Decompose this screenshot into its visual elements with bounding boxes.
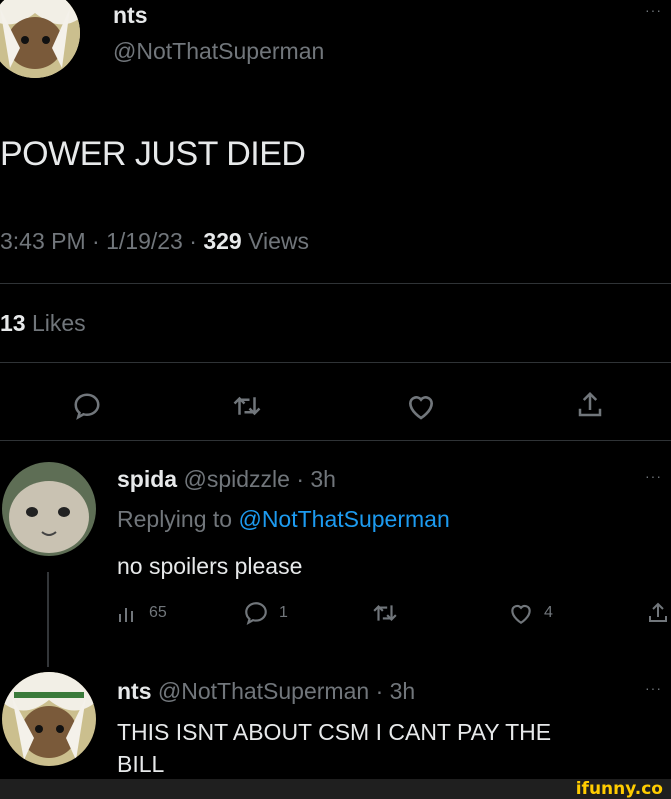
like-stat[interactable]: 4 bbox=[508, 600, 553, 626]
separator: · bbox=[189, 228, 197, 254]
views-stat[interactable]: 65 bbox=[117, 602, 167, 624]
separator: · bbox=[92, 228, 100, 254]
more-icon[interactable]: ··· bbox=[645, 468, 662, 484]
views-icon bbox=[117, 602, 139, 624]
retweet-icon[interactable] bbox=[372, 600, 398, 626]
reply-author-name[interactable]: spida bbox=[117, 466, 177, 492]
avatar-spida[interactable] bbox=[2, 462, 96, 556]
reply2-text-line2: BILL bbox=[117, 751, 165, 777]
tweet-text: POWER JUST DIED bbox=[0, 135, 306, 173]
more-icon[interactable]: ··· bbox=[645, 680, 662, 696]
reply-icon[interactable] bbox=[72, 391, 102, 421]
tweet-meta: 3:43 PM · 1/19/23 · 329 Views bbox=[0, 228, 309, 255]
watermark: ifunny.co bbox=[575, 779, 663, 799]
likes-count: 13 bbox=[0, 310, 26, 336]
thread-line bbox=[47, 572, 49, 667]
reply2-header: nts @NotThatSuperman · 3h bbox=[117, 678, 415, 705]
like-icon bbox=[508, 600, 534, 626]
replying-to-label: Replying to bbox=[117, 506, 233, 532]
views-count: 65 bbox=[149, 604, 167, 621]
like-count: 4 bbox=[544, 604, 553, 621]
reply-header: spida @spidzzle · 3h bbox=[117, 466, 336, 493]
reply2-author-name[interactable]: nts bbox=[117, 678, 152, 704]
like-icon[interactable] bbox=[405, 391, 437, 421]
tweet-date: 1/19/23 bbox=[106, 228, 183, 254]
divider bbox=[0, 362, 671, 363]
views-count: 329 bbox=[203, 228, 242, 254]
avatar-nts[interactable] bbox=[0, 0, 80, 78]
tweet-time: 3:43 PM bbox=[0, 228, 86, 254]
divider bbox=[0, 283, 671, 284]
views-label: Views bbox=[248, 228, 310, 254]
retweet-icon[interactable] bbox=[232, 391, 262, 421]
avatar-nts-reply[interactable] bbox=[2, 672, 96, 766]
author-handle[interactable]: @NotThatSuperman bbox=[113, 38, 324, 65]
likes-stat[interactable]: 13 Likes bbox=[0, 310, 86, 337]
reply-age: · 3h bbox=[296, 466, 336, 492]
reply2-text-line1: THIS ISNT ABOUT CSM I CANT PAY THE bbox=[117, 719, 552, 745]
reply2-text: THIS ISNT ABOUT CSM I CANT PAY THE BILL bbox=[117, 716, 551, 780]
avatar-illustration bbox=[0, 0, 80, 78]
more-icon[interactable]: ··· bbox=[645, 2, 662, 18]
avatar-illustration bbox=[2, 462, 96, 556]
reply2-author-handle[interactable]: @NotThatSuperman bbox=[158, 678, 369, 704]
reply-icon bbox=[243, 600, 269, 626]
replying-to-link[interactable]: @NotThatSuperman bbox=[238, 506, 449, 532]
reply2-age: · 3h bbox=[375, 678, 416, 704]
reply-stat[interactable]: 1 bbox=[243, 600, 288, 626]
share-icon[interactable] bbox=[575, 390, 605, 420]
watermark-bar bbox=[0, 779, 671, 799]
avatar-illustration bbox=[2, 672, 96, 766]
likes-label: Likes bbox=[31, 310, 86, 336]
author-name[interactable]: nts bbox=[113, 2, 148, 29]
reply-text: no spoilers please bbox=[117, 553, 303, 579]
share-icon[interactable] bbox=[646, 600, 670, 626]
divider bbox=[0, 440, 671, 441]
replying-to: Replying to @NotThatSuperman bbox=[117, 506, 450, 533]
reply-author-handle[interactable]: @spidzzle bbox=[183, 466, 289, 492]
reply-count: 1 bbox=[279, 604, 288, 621]
